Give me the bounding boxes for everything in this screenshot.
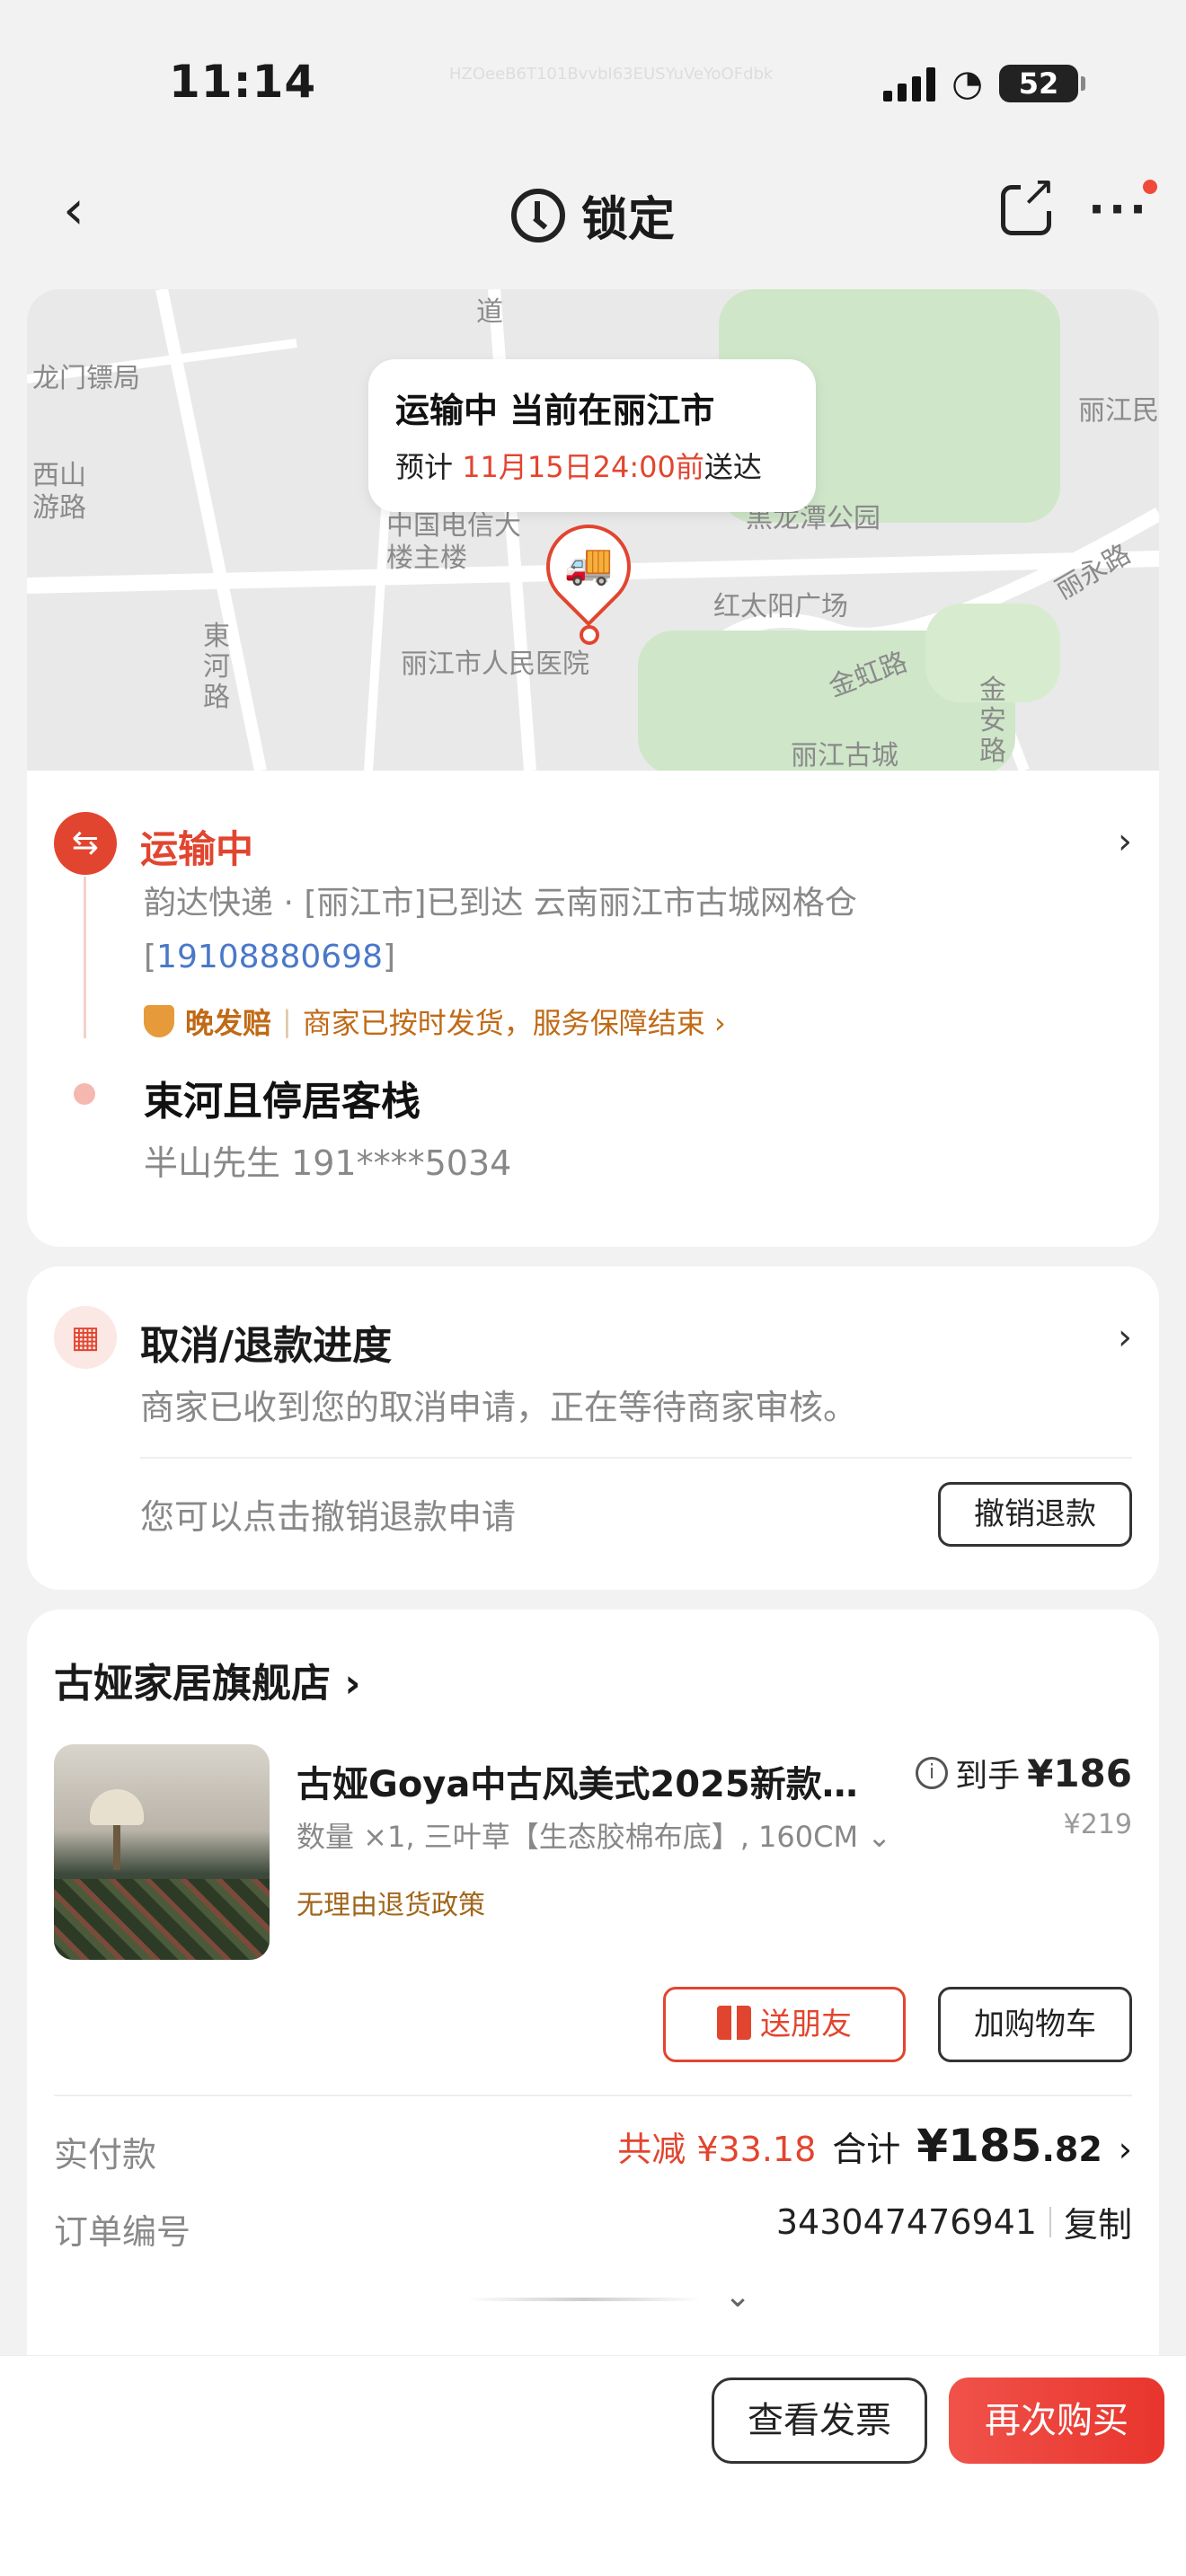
- truck-icon: 🚚: [563, 542, 614, 587]
- order-number-row: 343047476941 复制: [776, 2197, 1132, 2246]
- logistics-detail: 韵达快递 · [丽江市]已到达 云南丽江市古城网格仓 [19108880698]: [144, 885, 857, 975]
- order-card: 古娅家居旗舰店 › 古娅Goya中古风美式2025新款… 数量 ×1, 三叶草【…: [27, 1610, 1159, 2382]
- buy-again-button[interactable]: 再次购买: [949, 2378, 1164, 2464]
- refund-card: ▦ 取消/退款进度 › 商家已收到您的取消申请，正在等待商家审核。 您可以点击撤…: [27, 1266, 1159, 1590]
- price-block: i 到手 ¥186 ¥219: [916, 1750, 1132, 1840]
- map-view[interactable]: 道 龙门镖局 西山游路 中国电信大楼主楼 東河路 丽江市人民医院 黑龙潭公园 红…: [27, 289, 1159, 771]
- map-label: 丽江民: [1078, 395, 1159, 427]
- logistics-status: 运输中: [140, 827, 254, 871]
- address-dot-icon: [74, 1083, 95, 1105]
- total-decimal: .82: [1041, 2130, 1102, 2169]
- calendar-refund-icon: ▦: [54, 1306, 117, 1369]
- battery-icon: 52: [999, 65, 1085, 102]
- shield-icon: [144, 1005, 174, 1037]
- delivery-bubble: 运输中 当前在丽江市 预计 11月15日24:00前送达: [368, 359, 816, 512]
- bubble-title: 运输中 当前在丽江市: [395, 391, 715, 430]
- order-number: 343047476941: [775, 2201, 1037, 2242]
- timeline-line: [84, 877, 86, 1038]
- wifi-icon: ◔: [951, 63, 983, 104]
- address-name: 束河且停居客栈: [144, 1079, 420, 1125]
- info-icon[interactable]: i: [916, 1757, 949, 1789]
- watermark-text: HZOeeB6T101BvvbI63EUSYuVeYoOFdbk: [449, 65, 774, 84]
- refund-desc: 商家已收到您的取消申请，正在等待商家审核。: [140, 1388, 858, 1427]
- collapse-handle: [467, 2298, 701, 2301]
- guarantee-text: 商家已按时发货，服务保障结束 ›: [302, 1006, 726, 1040]
- share-icon[interactable]: [1001, 170, 1056, 235]
- savings-amount: 共减 ¥33.18: [617, 2130, 817, 2169]
- page-title-text: 锁定: [580, 193, 675, 247]
- divider: [54, 2095, 1132, 2096]
- nav-bar: ‹ 锁定 ···: [0, 153, 1186, 269]
- address-contact: 半山先生 191****5034: [144, 1143, 512, 1183]
- map-label: 西山游路: [32, 460, 86, 524]
- gift-icon: [717, 2006, 751, 2040]
- refund-title[interactable]: 取消/退款进度: [140, 1313, 392, 1371]
- order-detail-page: 11:14 HZOeeB6T101BvvbI63EUSYuVeYoOFdbk ◔…: [0, 0, 1186, 2576]
- map-label: 東河路: [203, 621, 230, 713]
- add-to-cart-button[interactable]: 加购物车: [938, 1987, 1132, 2062]
- notification-dot: [1143, 180, 1157, 194]
- chevron-right-icon[interactable]: ›: [1118, 1317, 1132, 1358]
- bubble-eta: 预计 11月15日24:00前送达: [395, 450, 762, 484]
- truck-badge-icon: ⇆: [54, 812, 117, 875]
- total-label: 合计: [832, 2130, 901, 2169]
- status-time: 11:14: [169, 56, 317, 108]
- map-label: 丽江市人民医院: [401, 648, 589, 680]
- final-price: ¥186: [1027, 1751, 1132, 1795]
- product-image[interactable]: [54, 1744, 270, 1960]
- refund-hint: 您可以点击撤销退款申请: [140, 1497, 517, 1537]
- return-policy: 无理由退货政策: [296, 1890, 485, 1921]
- map-label: 道: [476, 296, 503, 328]
- late-delivery-guarantee[interactable]: 晚发赔 | 商家已按时发货，服务保障结束 ›: [144, 1001, 726, 1042]
- store-name[interactable]: 古娅家居旗舰店 ›: [54, 1651, 360, 1708]
- original-price: ¥219: [1063, 1809, 1132, 1840]
- divider: [140, 1457, 1132, 1459]
- map-label: 金安路: [979, 675, 1006, 767]
- order-number-label: 订单编号: [54, 2212, 191, 2252]
- map-label: 红太阳广场: [713, 591, 848, 622]
- pin-dot-icon: [580, 625, 599, 645]
- cell-signal-icon: [883, 66, 936, 101]
- guarantee-label: 晚发赔: [185, 1006, 272, 1040]
- more-icon[interactable]: ···: [1088, 183, 1150, 235]
- map-label: 中国电信大楼主楼: [386, 510, 521, 574]
- product-spec[interactable]: 数量 ×1, 三叶草【生态胶棉布底】, 160CM ⌄: [296, 1814, 943, 1856]
- chevron-right-icon: ›: [1118, 2130, 1132, 2169]
- map-label: 丽江古城: [791, 740, 898, 771]
- bottom-action-bar: 查看发票 再次购买: [0, 2355, 1186, 2576]
- status-bar: 11:14 HZOeeB6T101BvvbI63EUSYuVeYoOFdbk ◔…: [0, 0, 1186, 153]
- total-amount: ¥185: [916, 2120, 1042, 2172]
- payment-summary[interactable]: 共减 ¥33.18 合计 ¥185.82 ›: [617, 2120, 1132, 2172]
- product-title[interactable]: 古娅Goya中古风美式2025新款…: [296, 1755, 890, 1807]
- clock-icon: [510, 188, 565, 243]
- map-label: 龙门镖局: [32, 363, 140, 394]
- courier-phone[interactable]: 19108880698: [156, 939, 383, 975]
- logistics-info[interactable]: ⇆ 运输中 › 韵达快递 · [丽江市]已到达 云南丽江市古城网格仓 [19108…: [27, 771, 1159, 1247]
- logistics-card: 道 龙门镖局 西山游路 中国电信大楼主楼 東河路 丽江市人民医院 黑龙潭公园 红…: [27, 289, 1159, 1247]
- chevron-down-icon: ⌄: [867, 1820, 892, 1854]
- paid-label: 实付款: [54, 2135, 157, 2175]
- expand-chevron-icon[interactable]: ⌄: [724, 2278, 751, 2315]
- copy-button[interactable]: 复制: [1064, 2197, 1132, 2246]
- chevron-right-icon[interactable]: ›: [1118, 821, 1132, 862]
- price-label: 到手: [955, 1758, 1021, 1795]
- cancel-refund-button[interactable]: 撤销退款: [938, 1482, 1132, 1547]
- status-icons: ◔ 52: [883, 63, 1085, 104]
- gift-friend-button[interactable]: 送朋友: [663, 1987, 906, 2062]
- view-invoice-button[interactable]: 查看发票: [712, 2378, 927, 2464]
